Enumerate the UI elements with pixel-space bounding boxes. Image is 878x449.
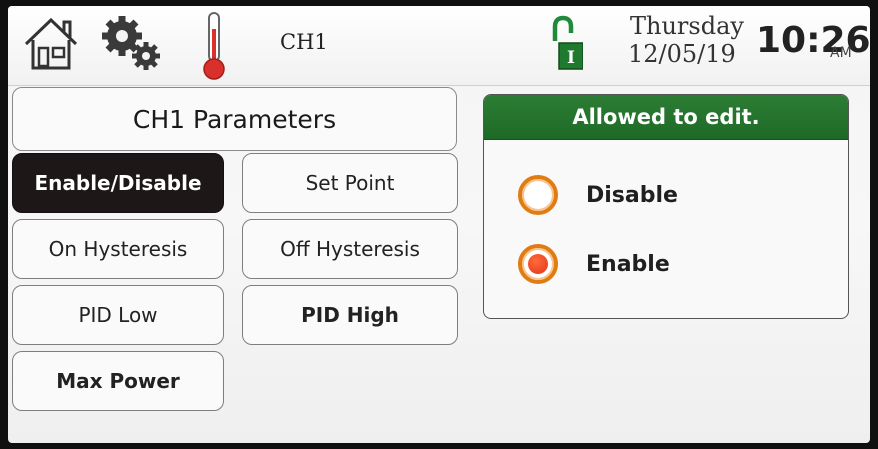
pid-low-button[interactable]: PID Low [12,285,224,345]
set-point-button[interactable]: Set Point [242,153,458,213]
edit-status-header: Allowed to edit. [484,95,848,140]
enable-disable-button[interactable]: Enable/Disable [12,153,224,213]
disable-radio[interactable] [518,175,558,215]
channel-label: CH1 [280,30,328,54]
lock-icon[interactable]: I [549,15,583,73]
disable-label: Disable [586,182,678,208]
off-hysteresis-button[interactable]: Off Hysteresis [242,219,458,279]
day-label: Thursday [630,12,744,40]
svg-text:I: I [567,48,575,68]
thermometer-icon[interactable] [199,11,229,81]
on-hysteresis-button[interactable]: On Hysteresis [12,219,224,279]
pid-high-button[interactable]: PID High [242,285,458,345]
max-power-button[interactable]: Max Power [12,351,224,411]
home-icon[interactable] [22,14,80,72]
disable-option[interactable]: Disable [518,175,678,215]
gear-icon[interactable] [96,12,168,74]
date-label: 12/05/19 [628,40,736,68]
edit-panel: Allowed to edit. Disable Enable [483,94,849,319]
enable-radio[interactable] [518,244,558,284]
page-title: CH1 Parameters [12,87,457,151]
status-bar: CH1 I Thursday 12/05/19 10:26 AM [8,6,870,86]
enable-option[interactable]: Enable [518,244,670,284]
touch-screen: CH1 I Thursday 12/05/19 10:26 AM CH1 Par… [8,6,870,443]
clock-ampm: AM [830,45,852,61]
clock-time: 10:26 [756,20,870,61]
enable-label: Enable [586,251,670,277]
